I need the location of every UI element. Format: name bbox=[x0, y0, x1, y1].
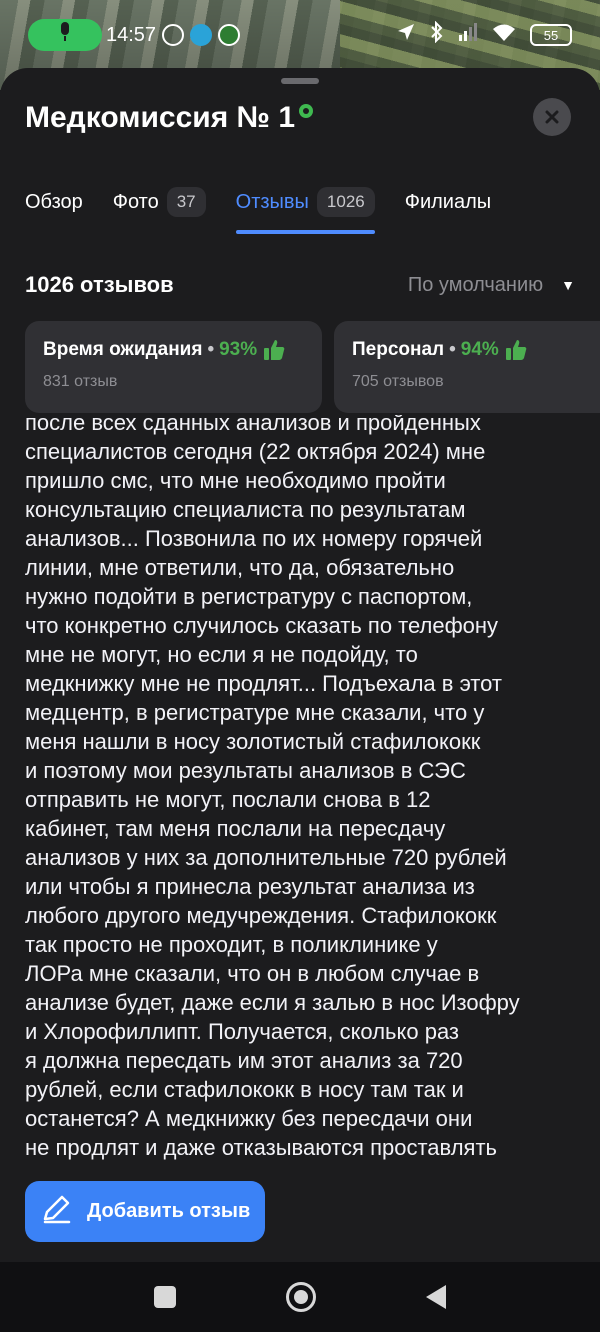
review-line: или чтобы я принесла результат анализа и… bbox=[25, 874, 475, 899]
status-bar: 14:57 55 bbox=[0, 0, 600, 70]
tab-count-badge: 1026 bbox=[316, 187, 375, 217]
add-review-button[interactable]: Добавить отзыв bbox=[25, 1181, 265, 1242]
review-line: рублей, если стафилококк в носу там так … bbox=[25, 1077, 464, 1102]
aspect-chips: Время ожидания • 93% 831 отзыв Персонал … bbox=[25, 321, 600, 413]
telegram-icon bbox=[190, 24, 213, 46]
pencil-icon bbox=[41, 1193, 73, 1231]
review-line: анализов... Позвонила по их номеру горяч… bbox=[25, 526, 483, 551]
review-line: линии, мне ответили, что да, обязательно bbox=[25, 555, 455, 580]
review-line: останется? А медкнижку без пересдачи они bbox=[25, 1106, 473, 1131]
close-icon bbox=[545, 104, 559, 130]
review-line: кабинет, там меня послали на пересдачу bbox=[25, 816, 446, 841]
bluetooth-icon bbox=[430, 20, 444, 49]
thumbs-up-icon bbox=[263, 339, 285, 361]
reviews-header: 1026 отзывов По умолчанию ▼ bbox=[25, 268, 575, 302]
review-line: пришло смс, что мне необходимо пройти bbox=[25, 468, 446, 493]
back-button[interactable] bbox=[426, 1285, 446, 1309]
review-line: любого другого медучреждения. Стафилокок… bbox=[25, 903, 497, 928]
mic-icon bbox=[58, 22, 72, 48]
location-icon bbox=[396, 22, 416, 48]
system-nav-bar bbox=[0, 1262, 600, 1332]
tabs: Обзор Фото 37 Отзывы 1026 Филиалы bbox=[25, 178, 600, 234]
tab-count-badge: 37 bbox=[166, 187, 206, 217]
review-line: нужно подойти в регистратуру с паспортом… bbox=[25, 584, 473, 609]
caret-down-icon: ▼ bbox=[561, 277, 575, 293]
page-title: Медкомиссия № 1 bbox=[25, 101, 296, 134]
reviews-count: 1026 отзывов bbox=[25, 272, 174, 297]
mic-indicator[interactable] bbox=[28, 19, 102, 51]
review-line: ЛОРа мне сказали, что он в любом случае … bbox=[25, 961, 480, 986]
battery-icon: 55 bbox=[530, 24, 572, 46]
aspect-count: 705 отзывов bbox=[352, 373, 444, 390]
add-review-label: Добавить отзыв bbox=[87, 1200, 251, 1222]
close-button[interactable] bbox=[533, 98, 571, 136]
aspect-name: Время ожидания bbox=[43, 339, 203, 360]
tab-label: Отзывы bbox=[235, 190, 309, 213]
tab-overview[interactable]: Обзор bbox=[25, 178, 83, 226]
review-line: меня нашли в носу золотистый стафилококк bbox=[25, 729, 481, 754]
verified-badge-icon bbox=[299, 104, 314, 118]
review-line: отправить не могут, послали снова в 12 bbox=[25, 787, 431, 812]
home-button[interactable] bbox=[286, 1282, 316, 1312]
review-line: анализе будет, даже если я залью в нос И… bbox=[25, 990, 520, 1015]
review-line: что конкретно случилось сказать по телеф… bbox=[25, 613, 499, 638]
tab-branches[interactable]: Филиалы bbox=[405, 178, 491, 226]
aspect-chip[interactable]: Персонал • 94% 705 отзывов bbox=[334, 321, 600, 413]
aspect-count: 831 отзыв bbox=[43, 373, 118, 390]
review-line: так просто не проходит, в поликлинике у bbox=[25, 932, 438, 957]
review-line: медкнижку мне не продлят... Подъехала в … bbox=[25, 671, 502, 696]
sheet-grabber[interactable] bbox=[281, 78, 319, 84]
review-text: после всех сданных анализов и пройденных… bbox=[25, 415, 570, 1160]
review-line: медцентр, в регистратуре мне сказали, чт… bbox=[25, 700, 485, 725]
thumbs-up-icon bbox=[505, 339, 527, 361]
review-line: и Хлорофиллипт. Получается, сколько раз bbox=[25, 1019, 460, 1044]
aspect-percent: 94% bbox=[460, 339, 499, 360]
tab-reviews[interactable]: Отзывы 1026 bbox=[235, 178, 375, 234]
aspect-percent: 93% bbox=[219, 339, 258, 360]
tab-label: Фото bbox=[112, 190, 159, 213]
review-line: консультацию специалиста по результатам bbox=[25, 497, 466, 522]
sort-dropdown[interactable]: По умолчанию ▼ bbox=[408, 274, 575, 297]
header: Медкомиссия № 1 bbox=[25, 98, 575, 138]
review-line: не продлят и даже отказываются проставля… bbox=[25, 1135, 498, 1160]
review-line: специалистов сегодня (22 октября 2024) м… bbox=[25, 439, 486, 464]
tab-label: Филиалы bbox=[404, 190, 492, 213]
tab-label: Обзор bbox=[25, 190, 83, 213]
review-line: мне не могут, но если я не подойду, то bbox=[25, 642, 418, 667]
signal-icon bbox=[458, 23, 478, 47]
separator-dot: • bbox=[449, 339, 456, 360]
review-line: я должна пересдать им этот анализ за 720 bbox=[25, 1048, 463, 1073]
separator-dot: • bbox=[207, 339, 215, 360]
aspect-chip[interactable]: Время ожидания • 93% 831 отзыв bbox=[25, 321, 322, 413]
place-card-sheet: Медкомиссия № 1 Обзор Фото 37 Отзывы 102… bbox=[0, 68, 600, 1262]
alarm-icon bbox=[162, 24, 185, 46]
status-time: 14:57 bbox=[106, 23, 157, 46]
review-line: и поэтому мои результаты анализов в СЭС bbox=[25, 758, 466, 783]
wifi-icon bbox=[492, 23, 516, 47]
review-line: анализов у них за дополнительные 720 руб… bbox=[25, 845, 507, 870]
recents-button[interactable] bbox=[154, 1286, 176, 1308]
battery-level: 55 bbox=[543, 27, 559, 43]
k-app-icon bbox=[218, 24, 241, 46]
sort-label: По умолчанию bbox=[407, 273, 544, 296]
aspect-name: Персонал bbox=[352, 339, 445, 360]
review-line: после всех сданных анализов и пройденных bbox=[25, 415, 481, 435]
tab-photos[interactable]: Фото 37 bbox=[113, 178, 206, 226]
